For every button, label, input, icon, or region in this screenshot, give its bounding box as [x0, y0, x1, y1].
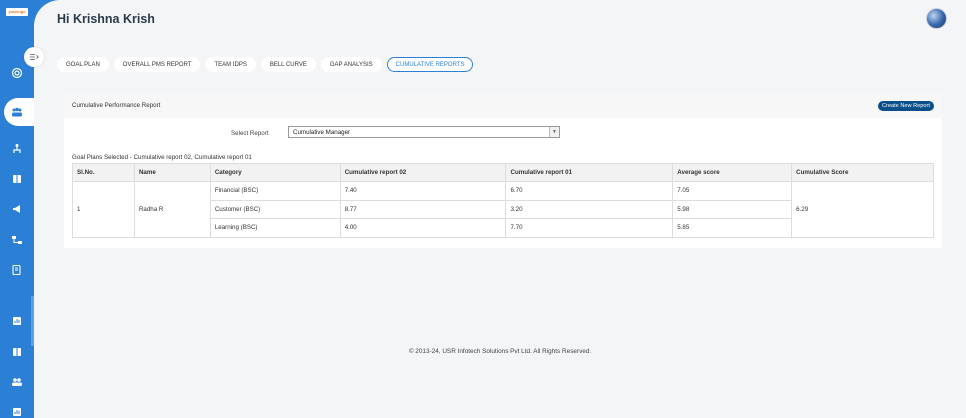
selected-goal-plans: Goal Plans Selected - Cumulative report … [72, 154, 252, 161]
tab-goal-plan[interactable]: GOAL PLAN [57, 57, 109, 72]
chevron-down-icon[interactable]: ▼ [549, 127, 559, 137]
users-icon[interactable] [9, 374, 25, 390]
report-tabs: GOAL PLAN OVERALL PMS REPORT TEAM IDPS B… [57, 57, 474, 72]
card-header: Cumulative Performance Report Create New… [64, 94, 942, 118]
goals-icon[interactable] [9, 65, 25, 81]
cell-report-02: 8.77 [339, 199, 507, 219]
card-title: Cumulative Performance Report [72, 102, 161, 109]
column-header: Cumulative report 02 [339, 163, 507, 182]
select-report-dropdown[interactable]: Cumulative Manager ▼ [288, 126, 560, 138]
table-row: 1 Radha R Financial (BSC) 7.40 6.70 7.05… [72, 181, 934, 238]
cumulative-report-table: Sl.No. Name Category Cumulative report 0… [72, 163, 934, 238]
cell-report-01: 3.20 [505, 199, 674, 219]
cell-average: 7.05 [672, 181, 793, 201]
cell-report-01: 7.70 [505, 218, 674, 238]
collapse-menu-icon [29, 54, 39, 60]
book-icon[interactable] [9, 171, 25, 187]
cell-average: 5.98 [672, 199, 793, 219]
tab-gap-analysis[interactable]: GAP ANALYSIS [320, 57, 382, 72]
tab-team-idps[interactable]: TEAM IDPS [205, 57, 256, 72]
create-new-report-button[interactable]: Create New Report [878, 101, 934, 111]
cell-name: Radha R [133, 181, 211, 238]
select-report-label: Select Report [231, 130, 269, 137]
column-header: Name [133, 163, 211, 182]
library-icon[interactable] [9, 344, 25, 360]
sidebar-collapse-button[interactable] [24, 47, 44, 67]
footer-copyright: © 2013-24, USR Infotech Solutions Pvt Lt… [408, 348, 592, 355]
edit-doc-icon[interactable] [9, 262, 25, 278]
main-content: Hi Krishna Krish GOAL PLAN OVERALL PMS R… [34, 0, 966, 418]
brand-logo: yourlogo [6, 8, 28, 16]
cell-category: Financial (BSC) [209, 181, 341, 201]
column-header: Sl.No. [72, 163, 135, 182]
report-card: Cumulative Performance Report Create New… [64, 94, 942, 248]
report-icon[interactable] [9, 313, 25, 329]
column-header: Average score [672, 163, 793, 182]
table-header-row: Sl.No. Name Category Cumulative report 0… [72, 163, 934, 182]
analytics-icon[interactable] [9, 404, 25, 418]
cell-category: Customer (BSC) [209, 199, 341, 219]
cell-average: 5.85 [672, 218, 793, 238]
megaphone-icon[interactable] [9, 201, 25, 217]
cell-cumulative-score: 6.29 [791, 181, 934, 238]
tab-cumulative-reports[interactable]: CUMULATIVE REPORTS [386, 57, 474, 72]
cell-report-01: 6.70 [505, 181, 674, 201]
column-header: Category [209, 163, 341, 182]
column-header: Cumulative Score [791, 163, 934, 182]
column-header: Cumulative report 01 [505, 163, 674, 182]
avatar[interactable] [926, 8, 947, 29]
cell-category: Learning (BSC) [209, 218, 341, 238]
hierarchy-icon[interactable] [9, 141, 25, 157]
tab-bell-curve[interactable]: BELL CURVE [260, 57, 316, 72]
flow-icon[interactable] [9, 232, 25, 248]
cell-sl-no: 1 [72, 181, 135, 238]
page-title: Hi Krishna Krish [57, 12, 155, 26]
team-icon [9, 104, 25, 120]
select-report-value: Cumulative Manager [293, 129, 351, 136]
cell-report-02: 7.40 [339, 181, 507, 201]
cell-report-02: 4.00 [339, 218, 507, 238]
tab-overall-pms-report[interactable]: OVERALL PMS REPORT [113, 57, 201, 72]
